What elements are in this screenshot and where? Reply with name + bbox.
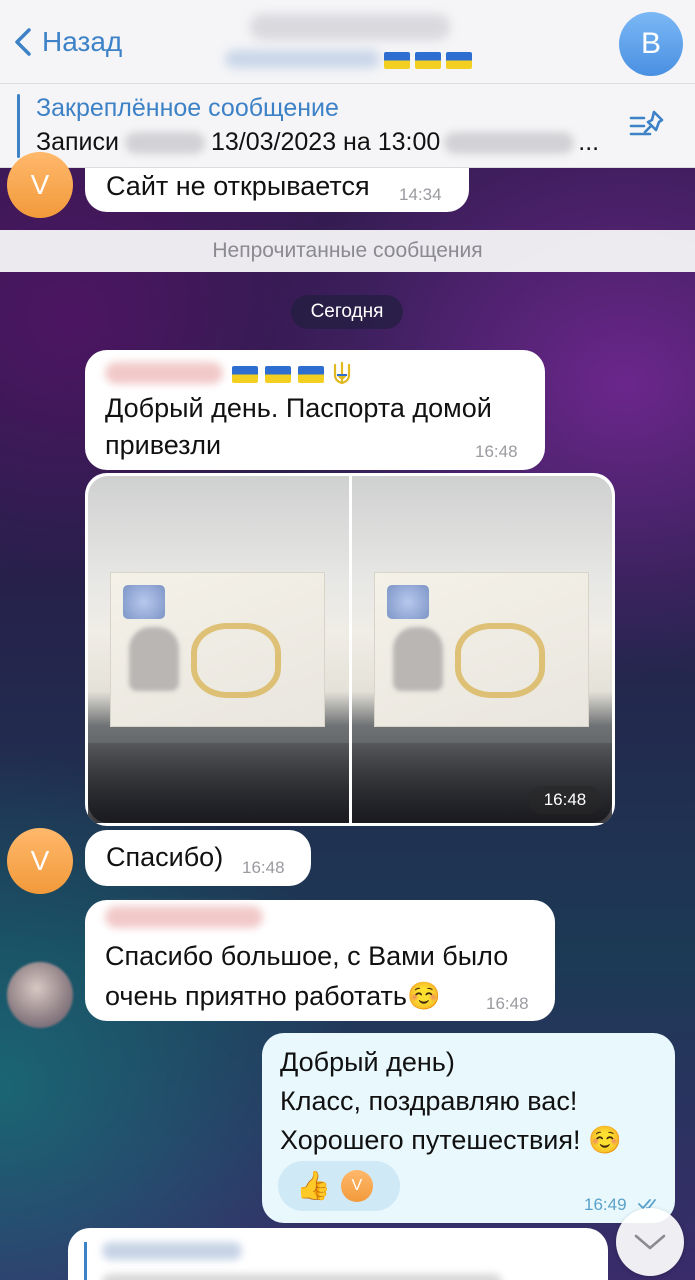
- message-text: Спасибо большое, с Вами было очень прият…: [105, 936, 508, 1016]
- hologram: [123, 585, 165, 619]
- message-text-line: привезли: [105, 430, 222, 460]
- message-time: 16:48: [475, 442, 518, 461]
- crest: [191, 623, 281, 698]
- media-time-text: 16:48: [543, 790, 587, 809]
- date-separator: Сегодня: [291, 295, 403, 329]
- message-time: 14:34: [399, 185, 442, 204]
- trident-icon: [333, 361, 351, 385]
- date-label: Сегодня: [310, 301, 384, 322]
- pinned-text-suffix: ...: [578, 128, 600, 156]
- unread-divider: Непрочитанные сообщения: [0, 230, 695, 272]
- passport-photo[interactable]: [88, 476, 349, 823]
- avatar-letter: V: [30, 845, 50, 876]
- header-flags: [384, 52, 472, 69]
- message-text: Добрый день) Класс, поздравляю вас! Хоро…: [280, 1043, 622, 1160]
- pinned-redacted: [124, 132, 205, 155]
- message-bubble[interactable]: Добрый день. Паспорта домой привезли 16:…: [85, 350, 545, 470]
- hologram: [387, 585, 429, 619]
- message-text-line: Добрый день. Паспорта домой: [105, 393, 492, 423]
- pinned-list-icon[interactable]: [628, 108, 668, 144]
- avatar-letter: V: [30, 169, 50, 200]
- pinned-indicator: [17, 94, 20, 158]
- pinned-text: Записи 13/03/2023 на 13:00...: [36, 128, 599, 157]
- quote-indicator: [84, 1242, 87, 1280]
- crest: [455, 623, 545, 698]
- visa-page: [374, 572, 589, 727]
- message-text: Спасибо): [106, 842, 224, 872]
- back-label: Назад: [42, 26, 123, 57]
- message-bubble[interactable]: Спасибо) 16:48: [85, 830, 311, 886]
- avatar[interactable]: [7, 962, 73, 1028]
- message-text-line: Спасибо большое, с Вами было: [105, 941, 509, 971]
- message-time: 16:48: [242, 858, 285, 877]
- quoted-text-redacted: [102, 1274, 502, 1280]
- chat-header: Назад B: [0, 0, 695, 84]
- message-text-line: Добрый день): [280, 1047, 455, 1077]
- photo-album[interactable]: [85, 473, 615, 826]
- pinned-message-bar[interactable]: Закреплённое сообщение Записи 13/03/2023 …: [0, 84, 695, 168]
- message-text-line: Класс, поздравляю вас!: [280, 1086, 578, 1116]
- message-bubble[interactable]: [68, 1228, 608, 1280]
- message-text-line: очень приятно работать☺️: [105, 981, 441, 1011]
- chevron-down-icon: [634, 1234, 666, 1250]
- sender-flags: [232, 361, 353, 387]
- outgoing-message-bubble[interactable]: Добрый день) Класс, поздравляю вас! Хоро…: [262, 1033, 675, 1223]
- message-time: 16:49: [584, 1195, 627, 1214]
- message-bubble[interactable]: Сайт не открывается 14:34: [85, 168, 469, 212]
- message-text: Добрый день. Паспорта домой привезли: [105, 390, 492, 464]
- scroll-down-button[interactable]: [616, 1208, 684, 1276]
- message-text-line: Хорошего путешествия! ☺️: [280, 1125, 622, 1155]
- ukraine-flag-icon: [265, 365, 291, 383]
- ukraine-flag-icon: [298, 365, 324, 383]
- pinned-text-date: 13/03/2023 на 13:00: [210, 128, 441, 156]
- message-bubble[interactable]: Спасибо большое, с Вами было очень прият…: [85, 900, 555, 1021]
- sender-name-redacted: [105, 362, 223, 384]
- avatar[interactable]: V: [7, 828, 73, 894]
- unread-label: Непрочитанные сообщения: [212, 239, 483, 262]
- reaction-avatar-letter: V: [351, 1177, 363, 1194]
- ukraine-flag-icon: [415, 52, 441, 69]
- reaction-avatar: V: [340, 1170, 373, 1202]
- pinned-title: Закреплённое сообщение: [36, 94, 339, 122]
- ukraine-flag-icon: [232, 365, 258, 383]
- chat-avatar[interactable]: B: [619, 12, 683, 76]
- ukraine-flag-icon: [384, 52, 410, 69]
- reaction-chip[interactable]: 👍 V: [278, 1161, 400, 1211]
- blurred-face: [393, 627, 443, 691]
- chat-subtitle-redacted: [225, 50, 380, 68]
- sender-name-redacted: [105, 906, 263, 928]
- visa-page: [110, 572, 325, 727]
- chat-avatar-letter: B: [640, 27, 661, 60]
- message-text: Сайт не открывается: [106, 171, 370, 201]
- media-time: 16:48: [528, 786, 602, 814]
- passport-photo[interactable]: [352, 476, 612, 823]
- blurred-face: [129, 627, 179, 691]
- avatar[interactable]: V: [7, 152, 73, 218]
- thumbs-up-icon: 👍: [296, 1170, 331, 1201]
- pinned-redacted: [444, 132, 575, 155]
- chevron-left-icon: [15, 28, 31, 56]
- pinned-text-prefix: Записи: [36, 128, 119, 156]
- back-button[interactable]: Назад: [12, 22, 122, 62]
- ukraine-flag-icon: [446, 52, 472, 69]
- chat-title-redacted[interactable]: [250, 14, 450, 40]
- quoted-sender-redacted: [102, 1242, 242, 1260]
- message-time: 16:48: [486, 994, 529, 1013]
